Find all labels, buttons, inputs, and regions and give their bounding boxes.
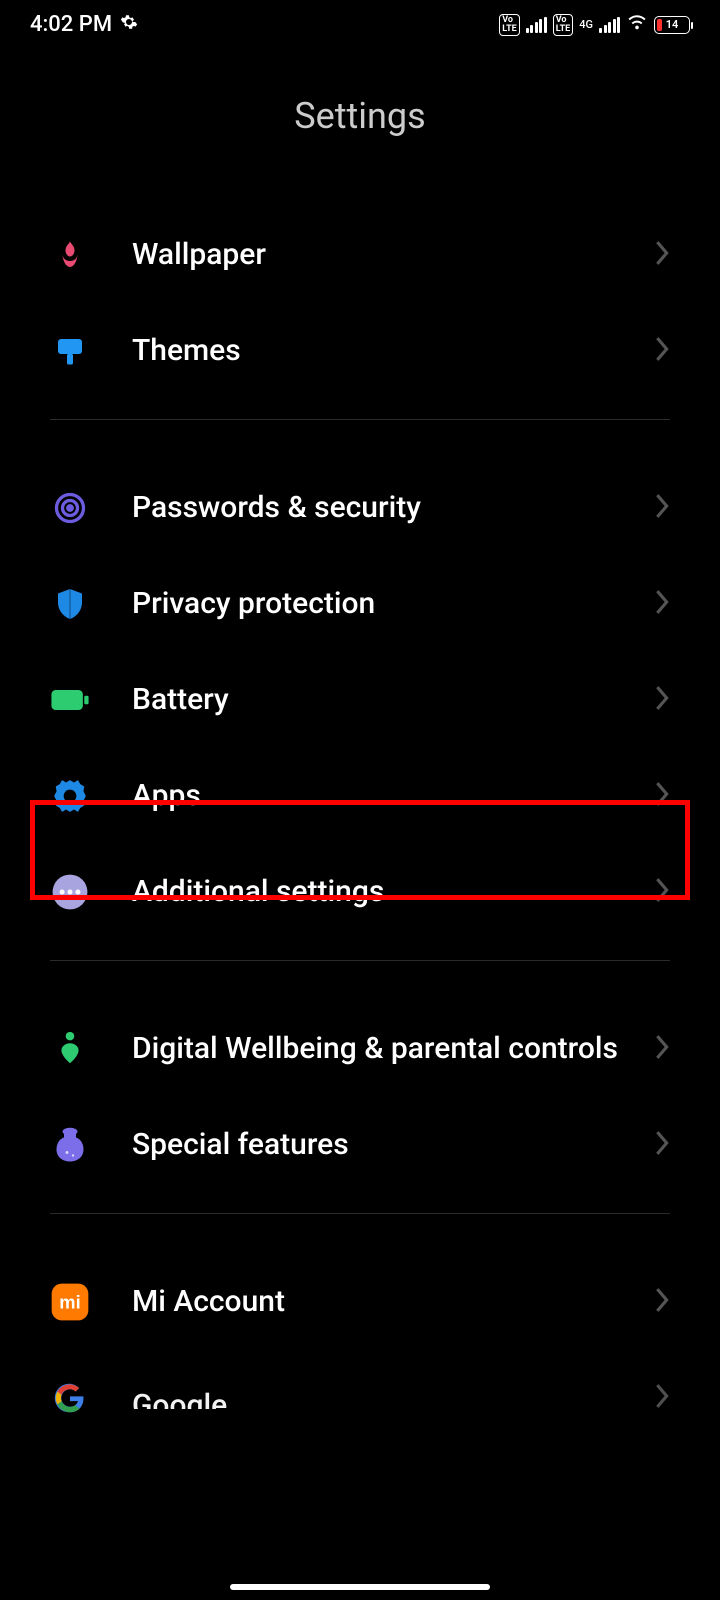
- google-icon: [50, 1378, 90, 1418]
- settings-item-label: Privacy protection: [132, 585, 644, 623]
- chevron-right-icon: [654, 335, 670, 367]
- chevron-right-icon: [654, 876, 670, 908]
- settings-item-label: Battery: [132, 681, 644, 719]
- settings-item-label: Digital Wellbeing & parental controls: [132, 1030, 644, 1068]
- page-title: Settings: [0, 95, 720, 137]
- signal-icon-2: [599, 17, 620, 33]
- settings-item-label: Wallpaper: [132, 236, 644, 274]
- settings-item-label: Apps: [132, 777, 644, 815]
- settings-item-themes[interactable]: Themes: [50, 303, 670, 399]
- status-time: 4:02 PM: [30, 12, 112, 37]
- settings-item-special-features[interactable]: Special features: [50, 1097, 670, 1193]
- settings-item-additional-settings[interactable]: Additional settings: [50, 844, 670, 940]
- divider: [50, 1213, 670, 1214]
- dots-icon: [50, 872, 90, 912]
- home-indicator[interactable]: [230, 1584, 490, 1590]
- chevron-right-icon: [654, 684, 670, 716]
- flask-icon: [50, 1125, 90, 1165]
- divider: [50, 419, 670, 420]
- settings-item-wallpaper[interactable]: Wallpaper: [50, 207, 670, 303]
- chevron-right-icon: [654, 588, 670, 620]
- status-bar: 4:02 PM VoLTE VoLTE 4G 14: [0, 0, 720, 45]
- settings-list: Wallpaper Themes Passwords & security Pr…: [0, 207, 720, 1418]
- settings-item-passwords-security[interactable]: Passwords & security: [50, 460, 670, 556]
- settings-item-google[interactable]: Google: [50, 1350, 670, 1418]
- settings-item-label: Passwords & security: [132, 489, 644, 527]
- settings-item-privacy-protection[interactable]: Privacy protection: [50, 556, 670, 652]
- status-right: VoLTE VoLTE 4G 14: [499, 12, 690, 37]
- fingerprint-icon: [50, 488, 90, 528]
- network-type-label: 4G: [579, 19, 593, 30]
- settings-item-label: Themes: [132, 332, 644, 370]
- settings-item-battery[interactable]: Battery: [50, 652, 670, 748]
- mi-icon: mi: [50, 1282, 90, 1322]
- gear-icon: [50, 776, 90, 816]
- shield-icon: [50, 584, 90, 624]
- battery-percent: 14: [655, 18, 689, 31]
- divider: [50, 960, 670, 961]
- chevron-right-icon: [654, 1129, 670, 1161]
- volte-icon-2: VoLTE: [553, 14, 574, 36]
- wifi-icon: [626, 12, 648, 37]
- person-heart-icon: [50, 1029, 90, 1069]
- settings-item-label: Google: [132, 1387, 644, 1409]
- tulip-icon: [50, 235, 90, 275]
- chevron-right-icon: [654, 492, 670, 524]
- settings-item-label: Mi Account: [132, 1283, 644, 1321]
- chevron-right-icon: [654, 780, 670, 812]
- settings-item-digital-wellbeing[interactable]: Digital Wellbeing & parental controls: [50, 1001, 670, 1097]
- settings-item-label: Additional settings: [132, 873, 644, 911]
- settings-item-mi-account[interactable]: mi Mi Account: [50, 1254, 670, 1350]
- settings-status-icon: [120, 12, 138, 37]
- signal-icon-1: [526, 17, 547, 33]
- settings-item-apps[interactable]: Apps: [50, 748, 670, 844]
- chevron-right-icon: [654, 1286, 670, 1318]
- battery-icon: 14: [654, 16, 690, 34]
- svg-text:mi: mi: [59, 1292, 80, 1313]
- chevron-right-icon: [654, 1382, 670, 1414]
- brush-icon: [50, 331, 90, 371]
- status-left: 4:02 PM: [30, 12, 138, 37]
- chevron-right-icon: [654, 239, 670, 271]
- settings-item-label: Special features: [132, 1126, 644, 1164]
- volte-icon-1: VoLTE: [499, 14, 520, 36]
- battery-icon: [50, 680, 90, 720]
- chevron-right-icon: [654, 1033, 670, 1065]
